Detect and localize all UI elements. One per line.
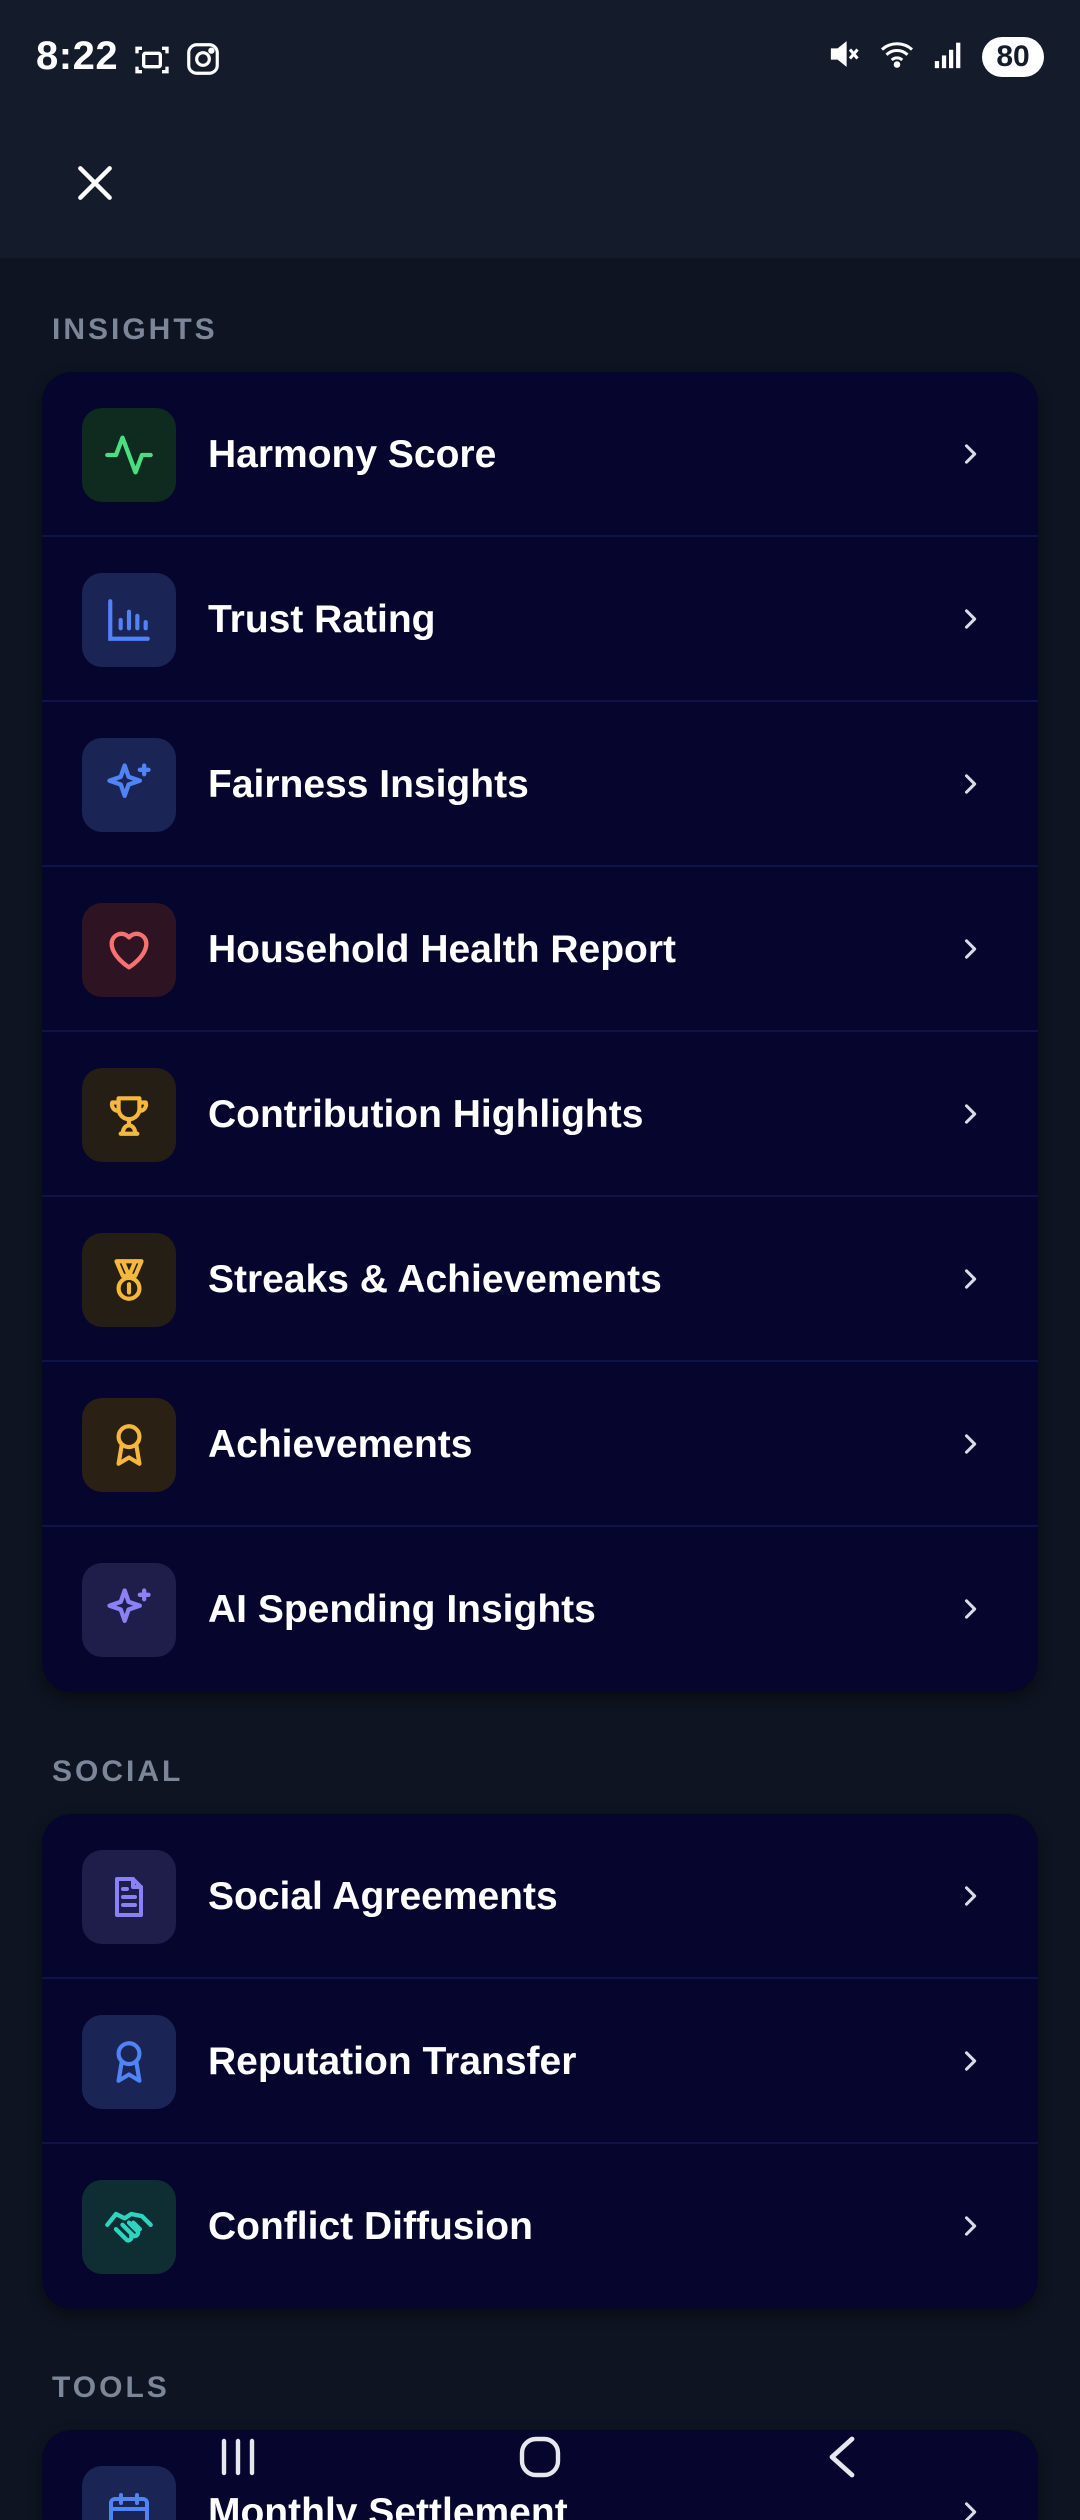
- document-icon: [82, 1850, 176, 1944]
- battery-indicator: 80: [982, 36, 1044, 77]
- back-button[interactable]: [802, 2424, 882, 2494]
- home-icon: [516, 2433, 564, 2486]
- chevron-right-icon: [948, 597, 992, 641]
- system-navigation-bar: [0, 2400, 1080, 2520]
- status-time: 8:22: [36, 34, 119, 78]
- recent-apps-button[interactable]: [198, 2424, 278, 2494]
- status-notification-icons: [132, 40, 222, 85]
- wifi-icon: [878, 36, 916, 77]
- menu-item-label: Fairness Insights: [208, 763, 529, 806]
- instagram-icon: [184, 40, 222, 85]
- trophy-icon: [82, 1068, 176, 1162]
- chevron-right-icon: [948, 2204, 992, 2248]
- menu-item-achievements[interactable]: Achievements: [42, 1362, 1038, 1527]
- activity-icon: [82, 408, 176, 502]
- menu-item-streaks-achievements[interactable]: Streaks & Achievements: [42, 1197, 1038, 1362]
- menu-item-label: Conflict Diffusion: [208, 2205, 533, 2248]
- chevron-right-icon: [948, 1587, 992, 1631]
- menu-item-trust-rating[interactable]: Trust Rating: [42, 537, 1038, 702]
- menu-item-conflict-diffusion[interactable]: Conflict Diffusion: [42, 2144, 1038, 2309]
- menu-item-harmony-score[interactable]: Harmony Score: [42, 372, 1038, 537]
- chevron-right-icon: [948, 1092, 992, 1136]
- heart-icon: [82, 903, 176, 997]
- header-bar: [0, 120, 1080, 258]
- insights-card: Harmony Score Trust Rating Fairness Insi…: [42, 372, 1038, 1692]
- section-label-social: SOCIAL: [52, 1755, 184, 1788]
- award-icon: [82, 2015, 176, 2109]
- menu-item-social-agreements[interactable]: Social Agreements: [42, 1814, 1038, 1979]
- medal-icon: [82, 1233, 176, 1327]
- menu-item-contribution-highlights[interactable]: Contribution Highlights: [42, 1032, 1038, 1197]
- close-button[interactable]: [66, 156, 124, 214]
- sparkles-icon: [82, 1563, 176, 1657]
- status-system-icons: 80: [826, 36, 1044, 77]
- menu-item-label: Harmony Score: [208, 433, 497, 476]
- award-icon: [82, 1398, 176, 1492]
- section-label-insights: INSIGHTS: [52, 313, 218, 346]
- menu-item-ai-spending-insights[interactable]: AI Spending Insights: [42, 1527, 1038, 1692]
- sparkles-icon: [82, 738, 176, 832]
- mute-icon: [826, 36, 862, 77]
- home-button[interactable]: [500, 2424, 580, 2494]
- handshake-icon: [82, 2180, 176, 2274]
- social-card: Social Agreements Reputation Transfer Co…: [42, 1814, 1038, 2309]
- bar-chart-icon: [82, 573, 176, 667]
- menu-item-label: Household Health Report: [208, 928, 677, 971]
- menu-item-label: AI Spending Insights: [208, 1588, 596, 1631]
- menu-item-label: Streaks & Achievements: [208, 1258, 662, 1301]
- chevron-right-icon: [948, 2039, 992, 2083]
- back-icon: [822, 2433, 862, 2486]
- menu-item-label: Reputation Transfer: [208, 2040, 577, 2083]
- close-icon: [73, 161, 117, 210]
- menu-item-label: Achievements: [208, 1423, 473, 1466]
- menu-item-label: Contribution Highlights: [208, 1093, 644, 1136]
- status-bar: 8:22 80: [0, 0, 1080, 120]
- chevron-right-icon: [948, 1257, 992, 1301]
- recent-apps-icon: [214, 2435, 262, 2484]
- chevron-right-icon: [948, 1874, 992, 1918]
- menu-item-fairness-insights[interactable]: Fairness Insights: [42, 702, 1038, 867]
- screenshot-icon: [132, 40, 172, 85]
- signal-icon: [932, 37, 966, 76]
- menu-item-household-health-report[interactable]: Household Health Report: [42, 867, 1038, 1032]
- menu-item-label: Trust Rating: [208, 598, 436, 641]
- chevron-right-icon: [948, 762, 992, 806]
- chevron-right-icon: [948, 927, 992, 971]
- chevron-right-icon: [948, 432, 992, 476]
- chevron-right-icon: [948, 1422, 992, 1466]
- menu-item-reputation-transfer[interactable]: Reputation Transfer: [42, 1979, 1038, 2144]
- menu-item-label: Social Agreements: [208, 1875, 558, 1918]
